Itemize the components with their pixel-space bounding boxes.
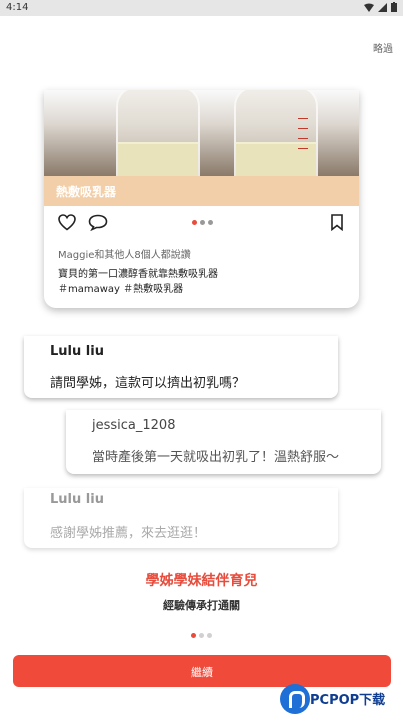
skip-button[interactable]: 略過 (373, 40, 393, 55)
onboarding-headline: 學姊學妹結伴育兒 (145, 573, 258, 589)
comment-icon[interactable] (88, 214, 108, 235)
post-hashtags: ＃mamaway ＃熱敷吸乳器 (58, 284, 184, 295)
carousel-dot (208, 220, 213, 225)
reply-bubble: jessica_1208 當時產後第一天就吸出初乳了！溫熱舒服～ (66, 410, 381, 474)
status-icons (364, 2, 397, 12)
post-banner-title: 熱敷吸乳器 (56, 185, 117, 199)
watermark-text: PCPOP下载 (310, 693, 386, 708)
continue-button-label: 繼續 (191, 666, 213, 679)
comment-text: 感謝學姊推薦，來去逛逛！ (50, 526, 207, 541)
page-dot (191, 633, 196, 638)
post-actions (44, 206, 359, 238)
onboarding-subheadline: 經驗傳承打通關 (163, 599, 240, 612)
carousel-dot (192, 220, 197, 225)
logo-icon (280, 684, 310, 714)
wifi-icon (364, 3, 374, 12)
post-photo (44, 90, 359, 176)
comment-author: Lulu liu (50, 344, 104, 359)
bottle-left (116, 90, 200, 176)
battery-icon (391, 2, 397, 12)
comment-text: 請問學姊，這款可以擠出初乳嗎？ (50, 376, 246, 391)
page-dot (207, 633, 212, 638)
comment-text: 當時產後第一天就吸出初乳了！溫熱舒服～ (92, 450, 340, 465)
signal-icon (378, 2, 387, 12)
status-time: 4:14 (6, 2, 29, 13)
post-card: 熱敷吸乳器 Maggie和其他人8個人都說讚 寶貝的第一口濃醇香就靠熱敷吸乳器 … (44, 90, 359, 308)
comment-bubble: Lulu liu 感謝學姊推薦，來去逛逛！ (24, 488, 338, 548)
watermark-logo: PCPOP下载 (280, 682, 403, 718)
status-bar: 4:14 (0, 0, 403, 16)
carousel-dots (192, 220, 213, 225)
comment-author: jessica_1208 (92, 418, 176, 433)
carousel-dot (200, 220, 205, 225)
comment-bubble: Lulu liu 請問學姊，這款可以擠出初乳嗎？ (24, 336, 338, 398)
post-banner: 熱敷吸乳器 (44, 176, 359, 206)
post-caption: 寶貝的第一口濃醇香就靠熱敷吸乳器 (58, 269, 218, 280)
comment-author: Lulu liu (50, 492, 104, 507)
page-dot (199, 633, 204, 638)
likes-text: Maggie和其他人8個人都說讚 (58, 250, 191, 261)
heart-icon[interactable] (58, 214, 76, 235)
page-indicator (191, 633, 212, 638)
bottle-right (234, 90, 318, 176)
bookmark-icon[interactable] (331, 214, 343, 235)
